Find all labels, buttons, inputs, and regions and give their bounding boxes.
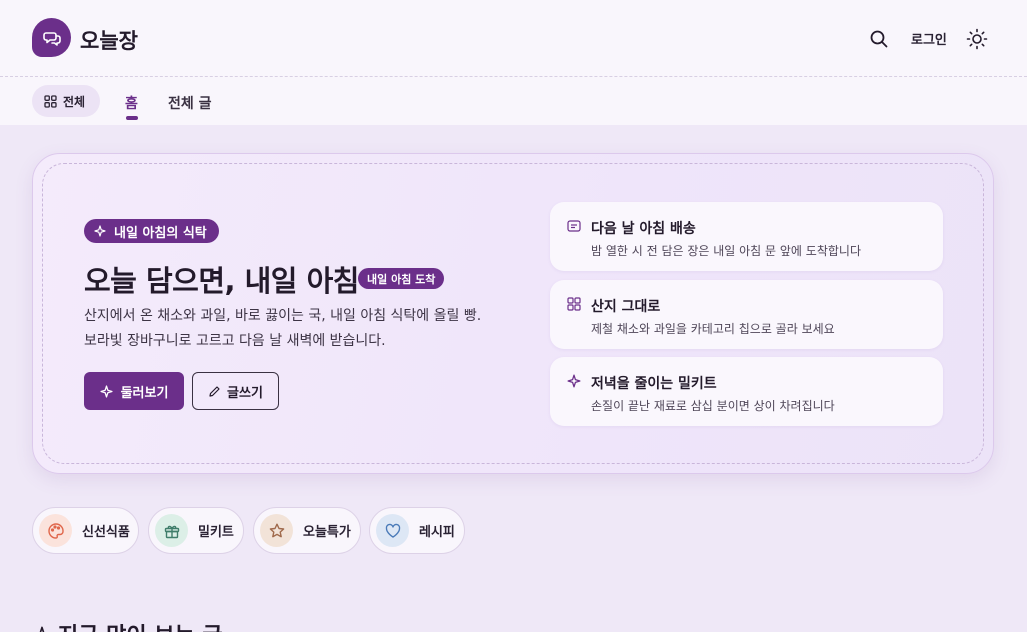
write-button[interactable]: 글쓰기 [192,372,279,410]
grid-icon [567,297,581,311]
category-chip-deals[interactable]: 오늘특가 [253,507,361,554]
logo-icon[interactable] [32,18,71,57]
hero-title: 오늘 담으면, 내일 아침 [84,264,359,298]
search-icon[interactable] [868,28,890,50]
tab-all-posts[interactable]: 전체 글 [168,93,212,113]
feature-title: 저녁을 줄이는 밀키트 [591,376,717,392]
section-heading: 지금 많이 보는 글 [34,618,223,632]
top-header: 오늘장 로그인 [0,0,1027,77]
logo-text[interactable]: 오늘장 [80,25,138,55]
feature-description: 제철 채소와 과일을 카테고리 칩으로 골라 보세요 [591,322,835,336]
heart-icon [376,514,409,547]
browse-button-label: 둘러보기 [120,385,169,401]
hero-description: 산지에서 온 채소와 과일, 바로 끓이는 국, 내일 아침 식탁에 올릴 빵.… [84,304,524,354]
feature-card-origin: 산지 그대로 제철 채소와 과일을 카테고리 칩으로 골라 보세요 [550,280,943,349]
sparkle-icon [100,384,113,398]
feature-description: 손질이 끝난 재료로 삼십 분이면 상이 차려집니다 [591,399,835,413]
pencil-icon [209,385,220,397]
sub-navigation: 전체 홈 전체 글 [0,77,1027,125]
gift-icon [155,514,188,547]
browse-button[interactable]: 둘러보기 [84,372,184,410]
hero-description-line: 보라빛 장바구니로 고르고 다음 날 새벽에 받습니다. [84,333,386,349]
card-icon [567,220,581,232]
category-label: 오늘특가 [303,525,351,540]
sparkle-icon [567,374,581,388]
hero-title-pill: 내일 아침 도착 [358,268,445,289]
hero-description-line: 산지에서 온 채소와 과일, 바로 끓이는 국, 내일 아침 식탁에 올릴 빵. [84,308,482,324]
tab-home[interactable]: 홈 [125,93,138,113]
feature-description: 밤 열한 시 전 담은 장은 내일 아침 문 앞에 도착합니다 [591,244,861,258]
login-button[interactable]: 로그인 [911,29,947,48]
category-label: 신선식품 [82,525,130,540]
category-label: 레시피 [419,525,455,540]
sun-icon[interactable] [965,27,989,51]
palette-icon [39,514,72,547]
category-chip-mealkit[interactable]: 밀키트 [148,507,244,554]
sparkle-icon [39,626,45,632]
feature-card-delivery: 다음 날 아침 배송 밤 열한 시 전 담은 장은 내일 아침 문 앞에 도착합… [550,202,943,271]
all-categories-button[interactable]: 전체 [32,85,100,117]
category-chip-recipe[interactable]: 레시피 [369,507,465,554]
grid-icon [44,94,57,108]
sparkle-icon [94,225,106,237]
all-categories-label: 전체 [63,94,86,109]
category-chip-fresh[interactable]: 신선식품 [32,507,139,554]
feature-title: 산지 그대로 [591,299,661,315]
active-tab-indicator [126,116,138,120]
section-title: 지금 많이 보는 글 [58,618,223,632]
feature-title: 다음 날 아침 배송 [591,221,696,237]
write-button-label: 글쓰기 [227,385,263,401]
feature-card-mealkit: 저녁을 줄이는 밀키트 손질이 끝난 재료로 삼십 분이면 상이 차려집니다 [550,357,943,426]
star-icon [260,514,293,547]
category-label: 밀키트 [198,525,234,540]
hero-badge: 내일 아침의 식탁 [84,219,219,243]
hero-badge-label: 내일 아침의 식탁 [114,225,207,241]
